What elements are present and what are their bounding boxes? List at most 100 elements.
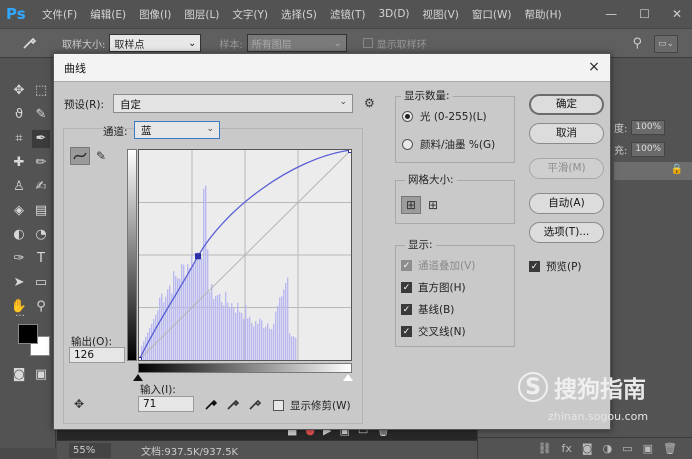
menu-select[interactable]: 选择(S) [281,7,317,22]
group-folder-icon[interactable]: ▭ [622,442,632,455]
shape-tool-icon[interactable]: ▭ [32,274,50,292]
white-point-eyedropper-icon[interactable] [248,397,262,414]
menu-image[interactable]: 图像(I) [139,7,171,22]
opacity-field[interactable]: 100% [631,120,666,135]
channel-overlays-checkbox[interactable]: ✓ 通道叠加(V) [401,258,475,273]
pencil-draw-button[interactable]: ✎ [91,147,111,165]
zoom-tool-icon[interactable]: ⚲ [32,298,50,316]
input-gradient-bar [138,363,352,373]
sample-select[interactable]: 所有图层 ⌄ [246,34,347,52]
window-close-icon[interactable]: ✕ [672,7,682,21]
workspace-switcher-button[interactable]: ▭⌄ [654,35,678,53]
curve-plot[interactable] [139,150,351,360]
histogram-bar [283,289,285,360]
fill-field[interactable]: 100% [631,142,666,157]
layer-row[interactable]: 🔒 [614,162,692,180]
histogram-bar [253,326,255,360]
baseline-checkbox[interactable]: ✓ 基线(B) [401,302,454,317]
dodge-tool-icon[interactable]: ◔ [32,226,50,244]
zoom-level-field[interactable]: 55% [69,442,111,458]
preset-select[interactable]: 自定 ⌄ [113,94,353,113]
histogram-bar [255,320,257,360]
menu-view[interactable]: 视图(V) [423,7,459,22]
menu-window[interactable]: 窗口(W) [472,7,512,22]
histogram-bar [273,323,275,360]
gradient-tool-icon[interactable]: ▤ [32,202,50,220]
options-button[interactable]: 选项(T)... [529,222,604,243]
search-icon[interactable]: ⚲ [632,36,642,51]
grid-fine-icon: ⊞ [427,198,439,212]
curve-graph[interactable] [138,149,352,361]
screen-mode-icon[interactable]: ▣ [32,366,50,384]
preset-options-gear-icon[interactable]: ⚙ [364,96,375,110]
foreground-color-swatch[interactable] [18,324,38,344]
blur-tool-icon[interactable]: ◐ [10,226,28,244]
ok-button[interactable]: 确定 [529,94,604,115]
delete-layer-icon[interactable]: 🗑 [663,442,677,455]
menu-help[interactable]: 帮助(H) [525,7,562,22]
type-tool-icon[interactable]: T [32,250,50,268]
checkbox-box: ✓ [401,260,412,271]
histogram-bar [247,318,249,360]
show-clipping-checkbox[interactable]: 显示修剪(W) [273,398,351,413]
histogram-bar [249,316,251,360]
menu-3d[interactable]: 3D(D) [378,8,409,20]
brush-tool-icon[interactable]: ✏ [32,154,50,172]
histogram-bar [259,318,261,360]
menu-edit[interactable]: 编辑(E) [90,7,126,22]
on-image-adjust-icon[interactable]: ✥ [74,397,84,411]
eyedropper-tool-icon[interactable]: ✒ [32,130,50,148]
input-field[interactable]: 71 [138,396,194,412]
mask-icon[interactable]: ◙ [582,442,593,455]
menu-filter[interactable]: 滤镜(T) [330,7,366,22]
cancel-button[interactable]: 取消 [529,123,604,144]
show-sampling-ring-checkbox[interactable]: 显示取样环 [362,36,427,51]
chevron-down-icon: ⌄ [339,97,347,107]
clone-stamp-tool-icon[interactable]: ♙ [10,178,28,196]
chevron-down-icon: ⌄ [187,37,197,49]
black-point-slider[interactable] [133,374,143,381]
pen-tool-icon[interactable]: ✑ [10,250,28,268]
light-radio[interactable]: 光 (0-255)(L) [402,109,487,124]
menu-type[interactable]: 文字(Y) [232,7,268,22]
preview-checkbox[interactable]: ✓ 预览(P) [529,259,582,274]
menu-file[interactable]: 文件(F) [42,7,77,22]
maximize-icon[interactable]: ☐ [639,7,650,21]
healing-brush-tool-icon[interactable]: ✚ [10,154,28,172]
histogram-bar [215,296,217,360]
link-icon[interactable]: ⛓ [538,442,552,455]
minimize-icon[interactable]: — [605,7,617,21]
menu-bar: Ps 文件(F) 编辑(E) 图像(I) 图层(L) 文字(Y) 选择(S) 滤… [0,0,692,28]
sample-size-select[interactable]: 取样点 ⌄ [109,34,202,52]
crop-tool-icon[interactable]: ⌗ [10,130,28,148]
output-field[interactable]: 126 [69,347,125,363]
eraser-tool-icon[interactable]: ◈ [10,202,28,220]
histogram-bar [167,289,169,360]
auto-button[interactable]: 自动(A) [529,193,604,214]
grid-10x10-button[interactable]: ⊞ [423,196,443,214]
close-icon[interactable]: × [586,59,602,75]
white-point-slider[interactable] [343,374,353,381]
chevron-down-icon: ⌄ [333,37,342,49]
black-point-eyedropper-icon[interactable] [204,397,218,414]
fx-icon[interactable]: fx [562,442,572,455]
curve-edit-points-button[interactable] [70,147,90,165]
channel-select[interactable]: 蓝 ⌄ [134,121,220,139]
quick-mask-icon[interactable]: ◙ [10,366,28,384]
grid-4x4-button[interactable]: ⊞ [401,196,421,214]
histogram-checkbox[interactable]: ✓ 直方图(H) [401,280,466,295]
history-brush-tool-icon[interactable]: ✍ [32,178,50,196]
smooth-button[interactable]: 平滑(M) [529,158,604,179]
new-layer-icon[interactable]: ▣ [643,442,653,455]
marquee-tool-icon[interactable]: ⬚ [32,82,50,100]
gray-point-eyedropper-icon[interactable] [226,397,240,414]
quick-select-tool-icon[interactable]: ✎ [32,106,50,124]
lasso-tool-icon[interactable]: ϑ [10,106,28,124]
move-tool-icon[interactable]: ✥ [10,82,28,100]
intersection-line-checkbox[interactable]: ✓ 交叉线(N) [401,324,466,339]
eyedropper-tool-icon[interactable] [22,34,44,53]
pigment-radio[interactable]: 颜料/油墨 %(G) [402,137,495,152]
path-select-tool-icon[interactable]: ➤ [10,274,28,292]
menu-layer[interactable]: 图层(L) [184,7,219,22]
adjustment-icon[interactable]: ◑ [603,442,613,455]
